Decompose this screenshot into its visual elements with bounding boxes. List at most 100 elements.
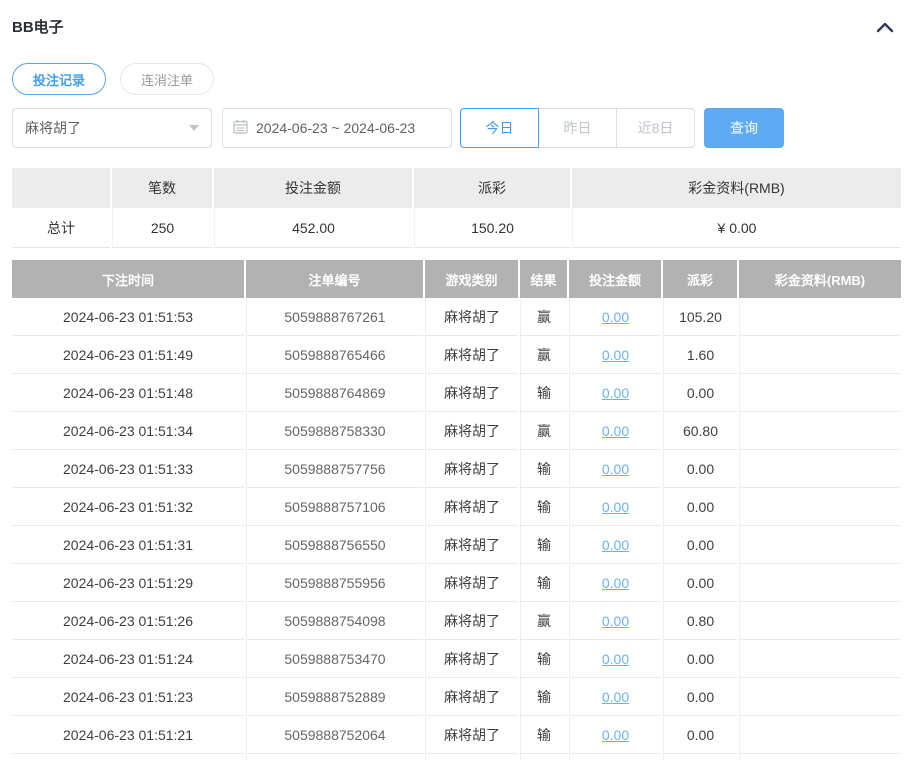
bonus-cell	[739, 526, 901, 564]
game-type-cell: 麻将胡了	[425, 412, 518, 450]
summary-total-row: 总计 250 452.00 150.20 ¥ 0.00	[12, 208, 901, 248]
result-cell: 输	[520, 450, 567, 488]
payout-cell: 0.00	[663, 678, 737, 716]
summary-total-bonus: ¥ 0.00	[572, 208, 901, 248]
payout-cell: 0.80	[663, 602, 737, 640]
bet-amount-link[interactable]: 0.00	[602, 575, 629, 591]
summary-total-payout: 150.20	[414, 208, 570, 248]
bet-amount-cell: 0.00	[569, 716, 661, 754]
bet-time-cell: 2024-06-23 01:51:26	[12, 602, 244, 640]
summary-header-bet-amount: 投注金额	[214, 168, 412, 208]
result-cell: 输	[520, 640, 567, 678]
bet-amount-link[interactable]: 0.00	[602, 651, 629, 667]
betting-records-panel: BB电子 投注记录 连消注单 麻将胡了 2024-06-23 ~ 2024-06…	[0, 0, 913, 760]
tab-cancelled-orders[interactable]: 连消注单	[120, 63, 215, 95]
bet-amount-cell: 0.00	[569, 450, 661, 488]
records-header-row: 下注时间 注单编号 游戏类别 结果 投注金额 派彩 彩金资料(RMB)	[12, 260, 901, 298]
bet-amount-cell: 0.00	[569, 564, 661, 602]
bet-amount-link[interactable]: 0.00	[602, 461, 629, 477]
payout-cell: 1.60	[663, 336, 737, 374]
search-button[interactable]: 查询	[704, 108, 784, 148]
quick-range-today[interactable]: 今日	[460, 108, 539, 148]
order-number-cell: 5059888754098	[246, 602, 423, 640]
bet-time-cell: 2024-06-23 01:51:31	[12, 526, 244, 564]
bonus-cell	[739, 640, 901, 678]
game-type-cell: 麻将胡了	[425, 450, 518, 488]
bet-amount-cell: 0.00	[569, 678, 661, 716]
date-range-input[interactable]: 2024-06-23 ~ 2024-06-23	[222, 108, 452, 148]
summary-table: 笔数 投注金额 派彩 彩金资料(RMB) 总计 250 452.00 150.2…	[10, 168, 903, 248]
game-type-cell: 麻将胡了	[425, 374, 518, 412]
game-type-cell: 麻将胡了	[425, 716, 518, 754]
bet-amount-cell: 0.00	[569, 412, 661, 450]
bet-time-cell: 2024-06-23 01:51:23	[12, 678, 244, 716]
record-row: 2024-06-23 01:51:34 5059888758330 麻将胡了赢 0.0…	[12, 412, 901, 450]
game-select[interactable]: 麻将胡了	[12, 108, 212, 148]
records-table: 下注时间 注单编号 游戏类别 结果 投注金额 派彩 彩金资料(RMB) 2024…	[10, 260, 903, 760]
bet-time-cell: 2024-06-23 01:51:48	[12, 374, 244, 412]
bet-amount-link[interactable]: 0.00	[602, 347, 629, 363]
result-cell: 赢	[520, 412, 567, 450]
bet-amount-cell: 0.00	[569, 374, 661, 412]
quick-range-group: 今日 昨日 近8日	[460, 108, 695, 148]
result-cell: 赢	[520, 336, 567, 374]
bonus-cell	[739, 412, 901, 450]
bet-time-cell: 2024-06-23 01:51:29	[12, 564, 244, 602]
game-type-cell: 麻将胡了	[425, 564, 518, 602]
bet-amount-link[interactable]: 0.00	[602, 423, 629, 439]
payout-cell: 0.00	[663, 640, 737, 678]
summary-header-count: 笔数	[112, 168, 212, 208]
bonus-cell	[739, 374, 901, 412]
bet-amount-link[interactable]: 0.00	[602, 385, 629, 401]
summary-header-row: 笔数 投注金额 派彩 彩金资料(RMB)	[12, 168, 901, 208]
order-number-cell: 5059888757756	[246, 450, 423, 488]
bet-time-cell: 2024-06-23 01:51:34	[12, 412, 244, 450]
order-number-cell: 5059888752889	[246, 678, 423, 716]
result-cell: 输	[520, 488, 567, 526]
bet-amount-link[interactable]: 0.00	[602, 727, 629, 743]
result-cell: 输	[520, 374, 567, 412]
record-row: 2024-06-23 01:51:24 5059888753470 麻将胡了输 0.0…	[12, 640, 901, 678]
filter-row: 麻将胡了 2024-06-23 ~ 2024-06-23 今日 昨日 近8日 查…	[10, 108, 903, 148]
panel-header: BB电子	[10, 12, 903, 37]
bonus-cell	[739, 564, 901, 602]
bonus-cell	[739, 488, 901, 526]
quick-range-last8days[interactable]: 近8日	[616, 108, 695, 148]
bet-amount-cell: 0.00	[569, 602, 661, 640]
bet-amount-link[interactable]: 0.00	[602, 537, 629, 553]
bet-amount-cell: 0.00	[569, 526, 661, 564]
bet-amount-link[interactable]: 0.00	[602, 689, 629, 705]
order-number-cell: 5059888767261	[246, 298, 423, 336]
bet-time-cell: 2024-06-23 01:51:53	[12, 298, 244, 336]
tab-betting-records[interactable]: 投注记录	[12, 63, 107, 95]
game-type-cell: 麻将胡了	[425, 678, 518, 716]
payout-cell: 0.00	[663, 450, 737, 488]
summary-header-bonus: 彩金资料(RMB)	[572, 168, 901, 208]
order-number-cell: 5059888755956	[246, 564, 423, 602]
bet-amount-link[interactable]: 0.00	[602, 309, 629, 325]
bet-time-cell: 2024-06-23 01:51:33	[12, 450, 244, 488]
order-number-cell: 5059888752064	[246, 716, 423, 754]
quick-range-yesterday[interactable]: 昨日	[538, 108, 617, 148]
bet-amount-link[interactable]: 0.00	[602, 499, 629, 515]
order-number-cell: 5059888753470	[246, 640, 423, 678]
payout-cell: 0.00	[663, 374, 737, 412]
result-cell: 赢	[520, 602, 567, 640]
game-select-value: 麻将胡了	[25, 120, 81, 136]
records-header-result: 结果	[520, 260, 567, 298]
bonus-cell	[739, 716, 901, 754]
bet-amount-cell: 0.00	[569, 298, 661, 336]
summary-total-label: 总计	[12, 208, 110, 248]
game-type-cell: 麻将胡了	[425, 488, 518, 526]
result-cell: 输	[520, 564, 567, 602]
records-header-time: 下注时间	[12, 260, 244, 298]
calendar-icon	[233, 119, 248, 137]
collapse-panel-button[interactable]	[875, 20, 895, 34]
records-header-game: 游戏类别	[425, 260, 518, 298]
panel-title: BB电子	[12, 19, 64, 36]
payout-cell: 60.80	[663, 412, 737, 450]
bet-amount-link[interactable]: 0.00	[602, 613, 629, 629]
bonus-cell	[739, 678, 901, 716]
summary-total-bet-amount: 452.00	[214, 208, 412, 248]
bonus-cell	[739, 450, 901, 488]
